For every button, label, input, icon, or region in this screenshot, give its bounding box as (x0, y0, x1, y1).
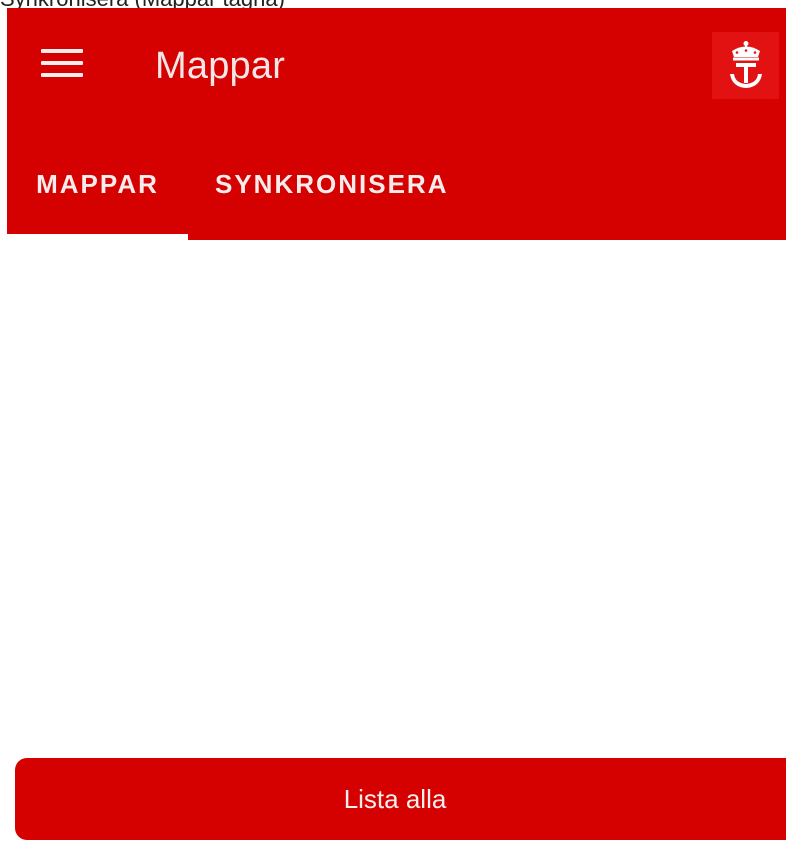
tab-mappar[interactable]: MAPPAR (7, 132, 188, 236)
tab-synkronisera[interactable]: SYNKRONISERA (215, 132, 471, 236)
app-bar: Mappar (7, 8, 786, 132)
list-all-button-label: Lista alla (343, 783, 447, 814)
list-all-button[interactable]: Lista alla (15, 758, 786, 840)
tab-mappar-label: MAPPAR (36, 168, 159, 199)
menu-button[interactable] (33, 34, 91, 92)
page-title: Mappar (155, 45, 286, 87)
app-screen: Synkronisera (Mappar tagna) Mappar (0, 0, 786, 842)
folder-list-area (0, 240, 786, 750)
tab-bar: MAPPAR SYNKRONISERA (7, 132, 786, 240)
hamburger-menu-icon (41, 49, 83, 77)
logo (712, 32, 779, 99)
cut-off-caption: Synkronisera (Mappar tagna) (0, 0, 786, 8)
crown-emblem-icon (729, 40, 762, 88)
tab-synkronisera-label: SYNKRONISERA (215, 168, 449, 199)
cut-off-caption-text: Synkronisera (Mappar tagna) (0, 0, 285, 8)
